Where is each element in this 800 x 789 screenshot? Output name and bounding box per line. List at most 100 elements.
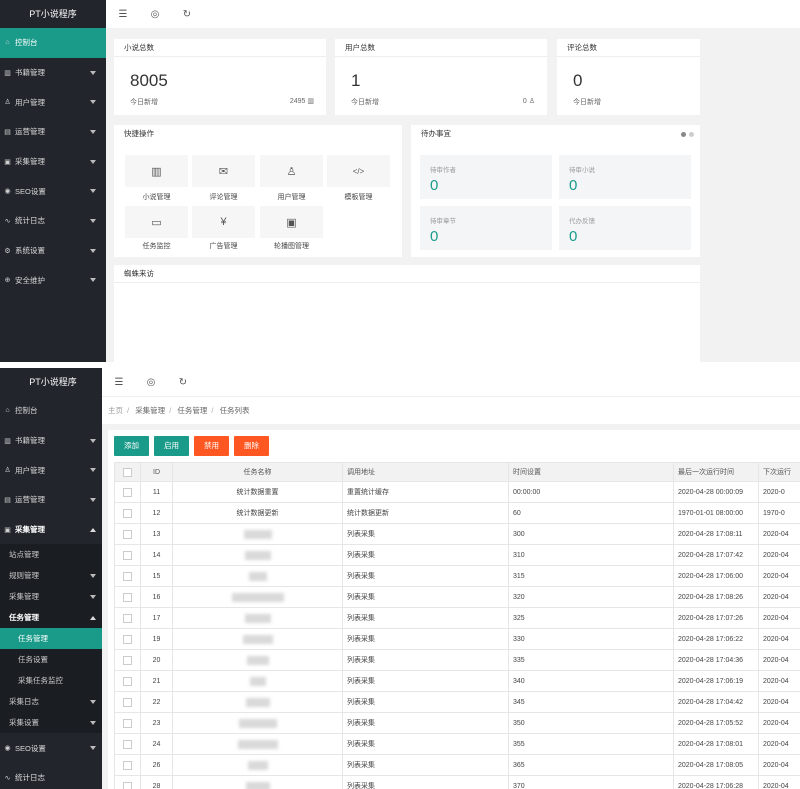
sidebar-item-collect-log[interactable]: 采集日志 bbox=[0, 691, 106, 712]
sidebar-item-3[interactable]: ▤ 运营管理 bbox=[0, 485, 106, 515]
breadcrumb-item[interactable]: 采集管理 bbox=[135, 406, 165, 415]
sidebar-item-task-settings[interactable]: 任务设置 bbox=[0, 649, 106, 670]
sidebar-item-1[interactable]: ▥ 书籍管理 bbox=[0, 426, 106, 456]
app-title: PT小说程序 bbox=[29, 9, 77, 19]
select-all-checkbox[interactable] bbox=[114, 462, 141, 482]
sidebar-item-7[interactable]: ⚙ 系统设置 bbox=[0, 236, 106, 266]
column-header-address[interactable]: 调用地址 bbox=[342, 462, 509, 482]
sidebar-item-0[interactable]: ⌂ 控制台 bbox=[0, 396, 106, 426]
sidebar-bottom-item-1[interactable]: ∿ 统计日志 bbox=[0, 763, 106, 789]
table-row[interactable]: 24 列表采集 355 2020-04-28 17:08:01 2020-04 bbox=[114, 733, 800, 755]
globe-icon[interactable]: ◎ bbox=[148, 9, 162, 20]
row-checkbox[interactable] bbox=[114, 775, 141, 789]
pending-feedback-box[interactable]: 代办反馈 0 bbox=[559, 206, 691, 250]
user-manage-icon[interactable]: ♙ bbox=[260, 155, 323, 187]
carousel-dots[interactable] bbox=[681, 132, 694, 137]
table-row[interactable]: 21 列表采集 340 2020-04-28 17:06:19 2020-04 bbox=[114, 670, 800, 692]
table-row[interactable]: 19 列表采集 330 2020-04-28 17:06:22 2020-04 bbox=[114, 628, 800, 650]
row-checkbox[interactable] bbox=[114, 670, 141, 692]
sidebar-item-collect-manage[interactable]: 采集管理 bbox=[0, 586, 106, 607]
row-checkbox[interactable] bbox=[114, 691, 141, 713]
comment-manage-link[interactable]: 评论管理 bbox=[192, 192, 255, 202]
sidebar-item-3[interactable]: ▤ 运营管理 bbox=[0, 117, 106, 147]
row-checkbox[interactable] bbox=[114, 586, 141, 608]
table-row[interactable]: 12 统计数据更新 统计数据更新 60 1970-01-01 08:00:00 1970-… bbox=[114, 502, 800, 524]
task-monitor-icon[interactable]: ▭ bbox=[125, 206, 188, 238]
row-checkbox[interactable] bbox=[114, 523, 141, 545]
table-row[interactable]: 15 列表采集 315 2020-04-28 17:06:00 2020-04 bbox=[114, 565, 800, 587]
row-checkbox[interactable] bbox=[114, 649, 141, 671]
row-checkbox[interactable] bbox=[114, 733, 141, 755]
menu-icon: ⌂ bbox=[5, 39, 10, 47]
column-header-name[interactable]: 任务名称 bbox=[172, 462, 343, 482]
main-area: ☰ ◎ ↻ 主页 / 采集管理 / 任务管理 / 任务列表 添加 启用 禁用 删除 bbox=[102, 368, 800, 789]
table-row[interactable]: 11 统计数据重置 重置统计缓存 00:00:00 2020-04-28 00:00:0… bbox=[114, 481, 800, 503]
sidebar-bottom-item-0[interactable]: ◉ SEO设置 bbox=[0, 733, 106, 763]
pending-novel-box[interactable]: 待审小说 0 bbox=[559, 155, 691, 199]
table-row[interactable]: 20 列表采集 335 2020-04-28 17:04:36 2020-04 bbox=[114, 649, 800, 671]
template-manage-link[interactable]: 模板管理 bbox=[327, 192, 390, 202]
column-header-time[interactable]: 时间设置 bbox=[508, 462, 674, 482]
breadcrumb-home[interactable]: 主页 bbox=[108, 406, 123, 415]
sidebar-item-2[interactable]: ♙ 用户管理 bbox=[0, 455, 106, 485]
row-checkbox[interactable] bbox=[114, 481, 141, 503]
menu-toggle-icon[interactable]: ☰ bbox=[116, 9, 130, 20]
cell-addr: 统计数据更新 bbox=[342, 502, 509, 524]
column-header-id[interactable]: ID bbox=[140, 462, 173, 482]
comment-manage-icon[interactable]: ✉ bbox=[192, 155, 255, 187]
breadcrumb-item[interactable]: 任务管理 bbox=[177, 406, 207, 415]
row-checkbox[interactable] bbox=[114, 565, 141, 587]
column-header-next-run[interactable]: 下次运行 bbox=[758, 462, 800, 482]
globe-icon[interactable]: ◎ bbox=[144, 377, 158, 388]
disable-button[interactable]: 禁用 bbox=[194, 436, 229, 456]
menu-toggle-icon[interactable]: ☰ bbox=[112, 377, 126, 388]
refresh-icon[interactable]: ↻ bbox=[176, 377, 190, 388]
row-checkbox[interactable] bbox=[114, 544, 141, 566]
table-row[interactable]: 26 列表采集 365 2020-04-28 17:08:05 2020-04 bbox=[114, 754, 800, 776]
sidebar-item-task-monitor[interactable]: 采集任务监控 bbox=[0, 670, 106, 691]
table-row[interactable]: 17 列表采集 325 2020-04-28 17:07:26 2020-04 bbox=[114, 607, 800, 629]
table-row[interactable]: 22 列表采集 345 2020-04-28 17:04:42 2020-04 bbox=[114, 691, 800, 713]
table-row[interactable]: 23 列表采集 350 2020-04-28 17:05:52 2020-04 bbox=[114, 712, 800, 734]
sidebar-item-2[interactable]: ♙ 用户管理 bbox=[0, 87, 106, 117]
cell-next: 2020-04 bbox=[758, 565, 800, 587]
sidebar-item-task-manage[interactable]: 任务管理 bbox=[0, 628, 106, 650]
sidebar-item-4[interactable]: ▣ 采集管理 bbox=[0, 515, 106, 545]
sidebar-item-rule-manage[interactable]: 规则管理 bbox=[0, 565, 106, 586]
sidebar-item-task-manage-group[interactable]: 任务管理 bbox=[0, 607, 106, 628]
sidebar-item-6[interactable]: ∿ 统计日志 bbox=[0, 206, 106, 236]
task-monitor-link[interactable]: 任务监控 bbox=[125, 241, 188, 251]
delete-button[interactable]: 删除 bbox=[234, 436, 269, 456]
pending-chapter-box[interactable]: 待审章节 0 bbox=[420, 206, 552, 250]
chevron-down-icon bbox=[90, 189, 96, 194]
ad-manage-icon[interactable]: ¥ bbox=[192, 206, 255, 238]
user-manage-link[interactable]: 用户管理 bbox=[260, 192, 323, 202]
novel-manage-icon[interactable]: ▥ bbox=[125, 155, 188, 187]
refresh-icon[interactable]: ↻ bbox=[180, 9, 194, 20]
sidebar-item-1[interactable]: ▥ 书籍管理 bbox=[0, 58, 106, 88]
column-header-last-run[interactable]: 最后一次运行时间 bbox=[673, 462, 759, 482]
row-checkbox[interactable] bbox=[114, 628, 141, 650]
table-row[interactable]: 13 列表采集 300 2020-04-28 17:08:11 2020-04 bbox=[114, 523, 800, 545]
sidebar-item-5[interactable]: ◉ SEO设置 bbox=[0, 176, 106, 206]
carousel-manage-link[interactable]: 轮播图管理 bbox=[260, 241, 323, 251]
pending-author-box[interactable]: 待审作者 0 bbox=[420, 155, 552, 199]
sidebar-item-0[interactable]: ⌂ 控制台 bbox=[0, 28, 106, 58]
table-row[interactable]: 14 列表采集 310 2020-04-28 17:07:42 2020-04 bbox=[114, 544, 800, 566]
template-manage-icon[interactable]: </> bbox=[327, 155, 390, 187]
row-checkbox[interactable] bbox=[114, 754, 141, 776]
table-row[interactable]: 16 列表采集 320 2020-04-28 17:08:26 2020-04 bbox=[114, 586, 800, 608]
add-button[interactable]: 添加 bbox=[114, 436, 149, 456]
enable-button[interactable]: 启用 bbox=[154, 436, 189, 456]
sidebar-item-4[interactable]: ▣ 采集管理 bbox=[0, 147, 106, 177]
table-row[interactable]: 28 列表采集 370 2020-04-28 17:06:28 2020-04 bbox=[114, 775, 800, 789]
sidebar-item-site-manage[interactable]: 站点管理 bbox=[0, 544, 106, 565]
ad-manage-link[interactable]: 广告管理 bbox=[192, 241, 255, 251]
sidebar-item-8[interactable]: ⊕ 安全维护 bbox=[0, 266, 106, 296]
row-checkbox[interactable] bbox=[114, 607, 141, 629]
row-checkbox[interactable] bbox=[114, 502, 141, 524]
sidebar-item-collect-settings[interactable]: 采集设置 bbox=[0, 712, 106, 733]
row-checkbox[interactable] bbox=[114, 712, 141, 734]
novel-manage-link[interactable]: 小说管理 bbox=[125, 192, 188, 202]
carousel-manage-icon[interactable]: ▣ bbox=[260, 206, 323, 238]
